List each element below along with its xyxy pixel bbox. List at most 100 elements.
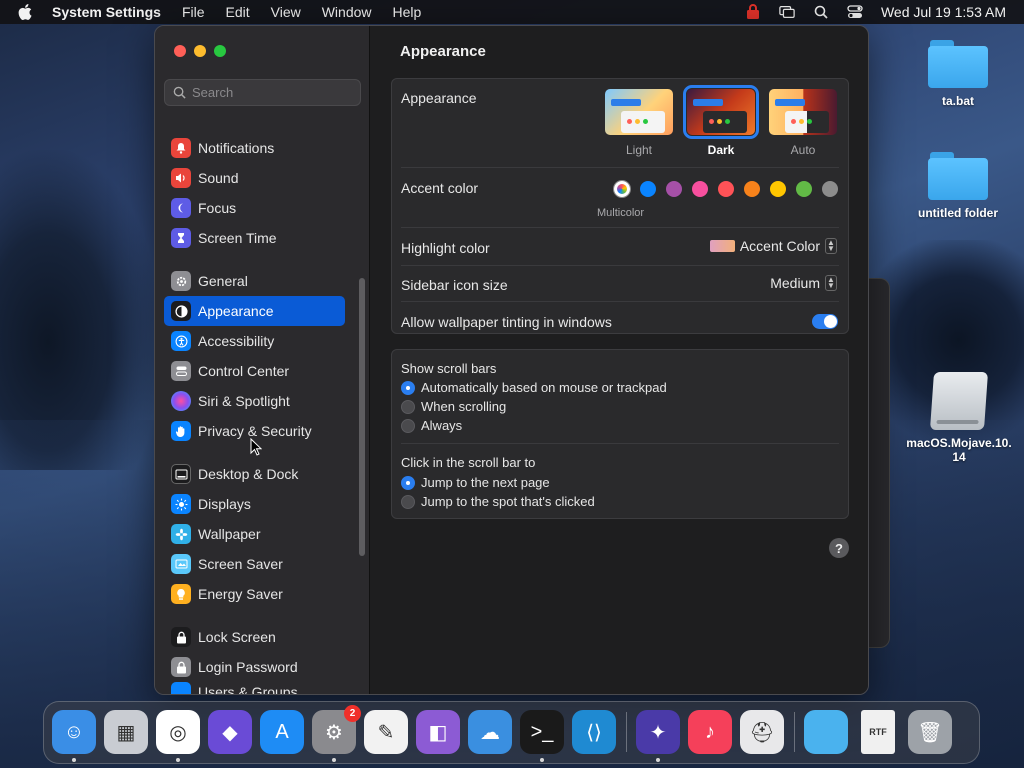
accent-pink-swatch[interactable] — [692, 181, 708, 197]
menu-window[interactable]: Window — [322, 4, 372, 20]
sidebar-item-sound[interactable]: Sound — [164, 163, 345, 193]
dock-chrome-icon[interactable]: ◎ — [156, 710, 200, 754]
radio-button[interactable] — [401, 418, 415, 433]
menu-help[interactable]: Help — [393, 4, 422, 20]
wallpaper-tinting-toggle[interactable] — [812, 314, 838, 329]
radio-button[interactable] — [401, 399, 415, 414]
dock-weather-icon[interactable]: ☁ — [468, 710, 512, 754]
accent-red-swatch[interactable] — [718, 181, 734, 197]
accessibility-icon — [171, 331, 191, 351]
apple-menu-icon[interactable] — [18, 4, 36, 20]
help-button[interactable]: ? — [829, 538, 849, 558]
screen-mirroring-icon[interactable] — [779, 4, 795, 20]
running-indicator — [72, 758, 76, 762]
theme-auto-option[interactable]: Auto — [769, 89, 837, 157]
sidebar-item-wallpaper[interactable]: Wallpaper — [164, 519, 345, 549]
sidebar-item-focus[interactable]: Focus — [164, 193, 345, 223]
spotlight-search-icon[interactable] — [813, 4, 829, 20]
highlight-value: Accent Color — [739, 238, 820, 254]
lock-status-icon[interactable] — [745, 4, 761, 20]
sidebar-item-siri-spotlight[interactable]: Siri & Spotlight — [164, 386, 345, 416]
dock-vs-code-icon[interactable]: ⟨⟩ — [572, 710, 616, 754]
dock-terminal-icon[interactable]: >_ — [520, 710, 564, 754]
scrollbar-option-when-scrolling[interactable]: When scrolling — [401, 399, 506, 414]
desktop-item-macos-disk[interactable]: macOS.Mojave.10.14 — [903, 372, 1015, 464]
sidebar-scrollbar[interactable] — [359, 278, 365, 556]
dock-trash-icon[interactable]: 🗑 — [908, 710, 952, 754]
bell-icon — [171, 138, 191, 158]
close-button[interactable] — [174, 45, 186, 57]
menu-app-name[interactable]: System Settings — [52, 4, 161, 20]
dock-visual-studio-icon[interactable]: ◧ — [416, 710, 460, 754]
dock-system-settings-icon[interactable]: ⚙ 2 — [312, 705, 361, 754]
control-center-icon[interactable] — [847, 4, 863, 20]
dock-shortcuts-icon[interactable]: ◆ — [208, 710, 252, 754]
sidebar-item-users-groups[interactable]: Users & Groups — [164, 682, 345, 694]
accent-multicolor-swatch[interactable] — [614, 181, 630, 197]
sidebar-item-accessibility[interactable]: Accessibility — [164, 326, 345, 356]
accent-graphite-swatch[interactable] — [822, 181, 838, 197]
dock-helper-icon[interactable]: ✦ — [636, 710, 680, 754]
theme-light-option[interactable]: Light — [605, 89, 673, 157]
radio-button[interactable] — [401, 380, 415, 395]
zoom-button[interactable] — [214, 45, 226, 57]
accent-green-swatch[interactable] — [796, 181, 812, 197]
divider — [401, 265, 839, 266]
sidebar-item-appearance[interactable]: Appearance — [164, 296, 345, 326]
click-option-next-page[interactable]: Jump to the next page — [401, 475, 550, 490]
dock-folder-icon[interactable] — [804, 710, 848, 754]
accent-blue-swatch[interactable] — [640, 181, 656, 197]
running-indicator — [540, 758, 544, 762]
chevron-updown-icon: ▲ ▼ — [825, 275, 837, 291]
dock-app-store-icon[interactable]: A — [260, 710, 304, 754]
desktop-item-label: untitled folder — [918, 206, 998, 220]
chevron-updown-icon: ▲ ▼ — [825, 238, 837, 254]
radio-button[interactable] — [401, 475, 415, 490]
dock-finder-icon[interactable]: ☺ — [52, 710, 96, 754]
sidebar-item-screen-time[interactable]: Screen Time — [164, 223, 345, 253]
running-indicator — [656, 758, 660, 762]
folder-icon — [928, 40, 988, 88]
desktop-item-untitled-folder[interactable]: untitled folder — [903, 152, 1013, 220]
click-option-spot-clicked[interactable]: Jump to the spot that's clicked — [401, 494, 595, 509]
screensaver-icon — [171, 554, 191, 574]
scrollbar-option-automatic[interactable]: Automatically based on mouse or trackpad — [401, 380, 667, 395]
sidebar-item-login-password[interactable]: Login Password — [164, 652, 345, 682]
accent-yellow-swatch[interactable] — [770, 181, 786, 197]
menu-view[interactable]: View — [271, 4, 301, 20]
scrollbar-option-always[interactable]: Always — [401, 418, 462, 433]
menu-file[interactable]: File — [182, 4, 205, 20]
radio-button[interactable] — [401, 494, 415, 509]
sidebar-item-displays[interactable]: Displays — [164, 489, 345, 519]
accent-orange-swatch[interactable] — [744, 181, 760, 197]
dock-disk-utility-icon[interactable]: ⛑ — [740, 710, 784, 754]
accent-purple-swatch[interactable] — [666, 181, 682, 197]
menu-edit[interactable]: Edit — [226, 4, 250, 20]
siri-icon — [171, 391, 191, 411]
moon-icon — [171, 198, 191, 218]
dock-rtf-document-icon[interactable]: RTF — [861, 710, 895, 754]
dock-music-icon[interactable]: ♪ — [688, 710, 732, 754]
dock-textedit-icon[interactable]: ✎ — [364, 710, 408, 754]
sidebar-item-screen-saver[interactable]: Screen Saver — [164, 549, 345, 579]
dock-launchpad-icon[interactable]: ▦ — [104, 710, 148, 754]
desktop-item-ta-bat[interactable]: ta.bat — [903, 40, 1013, 108]
sidebar-icon-size-popup[interactable]: Medium ▲ ▼ — [770, 275, 837, 291]
sidebar-item-control-center[interactable]: Control Center — [164, 356, 345, 386]
sidebar-item-notifications[interactable]: Notifications — [164, 133, 345, 163]
sidebar-item-general[interactable]: General — [164, 266, 345, 296]
sidebar-item-energy-saver[interactable]: Energy Saver — [164, 579, 345, 609]
sidebar-item-lock-screen[interactable]: Lock Screen — [164, 622, 345, 652]
flower-icon — [171, 524, 191, 544]
menu-clock[interactable]: Wed Jul 19 1:53 AM — [881, 4, 1006, 20]
radio-label: Automatically based on mouse or trackpad — [421, 380, 667, 395]
search-field[interactable] — [164, 79, 361, 106]
theme-light-thumbnail — [605, 89, 673, 135]
sidebar-item-desktop-dock[interactable]: Desktop & Dock — [164, 459, 345, 489]
minimize-button[interactable] — [194, 45, 206, 57]
highlight-color-popup[interactable]: Accent Color ▲ ▼ — [709, 238, 837, 254]
search-input[interactable] — [192, 85, 352, 100]
theme-dark-option[interactable]: Dark — [683, 85, 759, 157]
radio-label: Jump to the next page — [421, 475, 550, 490]
